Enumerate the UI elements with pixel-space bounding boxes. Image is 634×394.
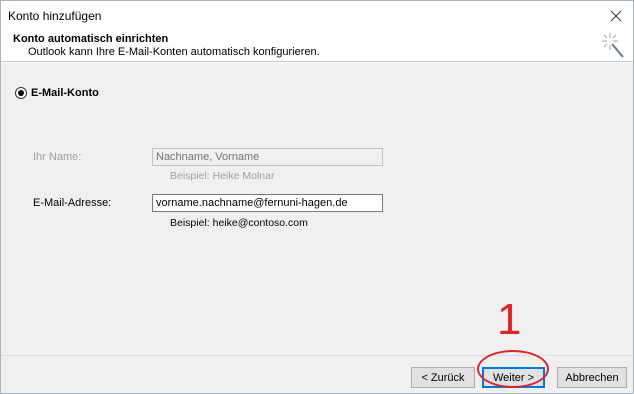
header-title: Konto automatisch einrichten	[13, 33, 169, 45]
name-label: Ihr Name:	[33, 151, 82, 163]
title-bar: Konto hinzufügen	[1, 1, 633, 31]
radio-label: E-Mail-Konto	[31, 87, 99, 99]
wizard-content: E-Mail-Konto Ihr Name: Beispiel: Heike M…	[1, 63, 633, 355]
back-button[interactable]: < Zurück	[411, 367, 475, 388]
email-label: E-Mail-Adresse:	[33, 197, 112, 209]
name-field[interactable]	[152, 148, 383, 166]
window-title: Konto hinzufügen	[8, 9, 102, 23]
name-example: Beispiel: Heike Molnar	[170, 170, 275, 182]
radio-selected[interactable]	[15, 87, 27, 99]
email-field[interactable]	[152, 194, 383, 212]
wizard-footer: < Zurück Weiter > Abbrechen	[1, 355, 633, 393]
cancel-button[interactable]: Abbrechen	[557, 367, 627, 388]
account-type-radio[interactable]: E-Mail-Konto	[15, 87, 99, 99]
close-icon	[610, 10, 622, 22]
close-button[interactable]	[599, 1, 633, 31]
dialog-window: Konto hinzufügen Konto automatisch einri…	[0, 0, 634, 394]
wizard-header: Konto automatisch einrichten Outlook kan…	[1, 31, 633, 62]
magic-wand-icon	[602, 33, 624, 58]
next-button[interactable]: Weiter >	[482, 367, 545, 388]
email-example: Beispiel: heike@contoso.com	[170, 217, 308, 229]
header-subtitle: Outlook kann Ihre E-Mail-Konten automati…	[28, 46, 320, 58]
